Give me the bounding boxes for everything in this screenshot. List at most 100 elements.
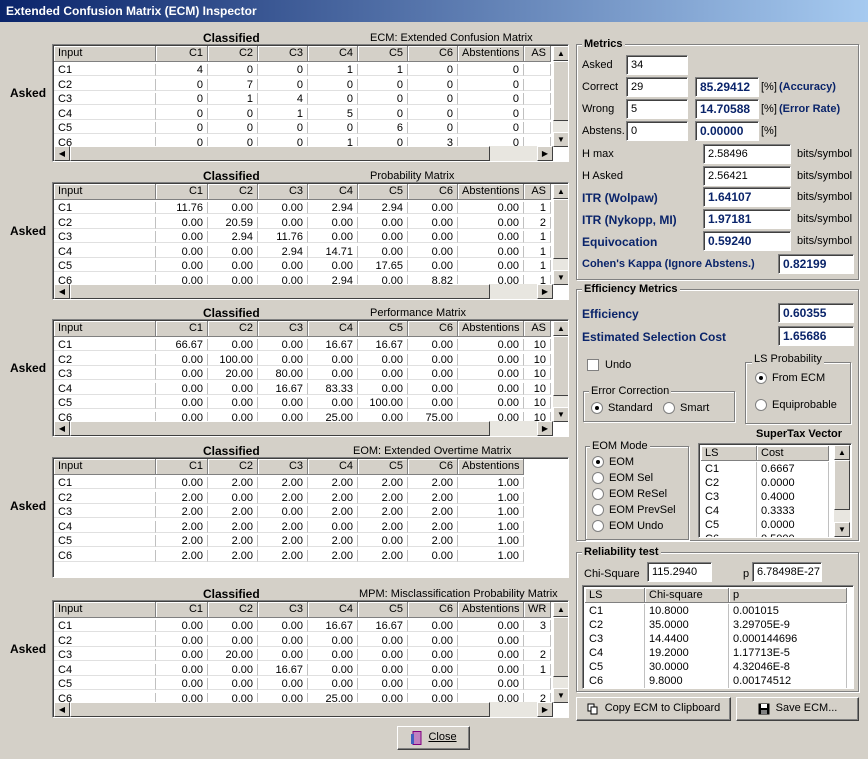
scroll-down-icon[interactable]: ▼ bbox=[553, 688, 568, 703]
column-header[interactable]: p bbox=[729, 588, 847, 603]
column-header[interactable]: C3 bbox=[258, 321, 308, 337]
column-header[interactable]: Abstentions bbox=[458, 459, 524, 475]
standard-radio[interactable]: Standard bbox=[591, 402, 653, 415]
scroll-right-icon[interactable]: ▶ bbox=[537, 421, 553, 436]
asked-field[interactable]: 34 bbox=[626, 55, 688, 75]
table-row[interactable]: C3 0.00 20.00 0.00 0.00 0.00 0.00 0.00 2 bbox=[54, 649, 551, 661]
scroll-down-icon[interactable]: ▼ bbox=[553, 407, 568, 422]
list-item[interactable]: C1 10.8000 0.001015 bbox=[585, 604, 847, 618]
scroll-thumb[interactable] bbox=[553, 617, 568, 677]
eom-mode-radio[interactable]: EOM PrevSel bbox=[592, 504, 676, 517]
column-header[interactable]: C4 bbox=[308, 321, 358, 337]
scroll-left-icon[interactable]: ◀ bbox=[54, 421, 70, 436]
table-row[interactable]: C2 2.00 0.00 2.00 2.00 2.00 2.00 1.00 bbox=[54, 491, 524, 504]
table-row[interactable]: C2 0.00 0.00 0.00 0.00 0.00 0.00 0.00 bbox=[54, 634, 551, 647]
correct-field[interactable]: 29 bbox=[626, 77, 688, 97]
scroll-thumb[interactable] bbox=[70, 146, 490, 161]
table-row[interactable]: C4 2.00 2.00 2.00 0.00 2.00 2.00 1.00 bbox=[54, 520, 524, 533]
scroll-left-icon[interactable]: ◀ bbox=[54, 146, 70, 161]
column-header[interactable]: C1 bbox=[156, 184, 208, 200]
horizontal-scrollbar[interactable]: ◀ ▶ bbox=[54, 421, 553, 436]
column-header[interactable]: C6 bbox=[408, 459, 458, 475]
table-row[interactable]: C3 0 1 4 0 0 0 0 bbox=[54, 93, 551, 105]
column-header[interactable]: C4 bbox=[308, 459, 358, 475]
eom-mode-radio[interactable]: EOM Undo bbox=[592, 520, 663, 533]
column-header[interactable]: C6 bbox=[408, 602, 458, 618]
reliability-list[interactable]: LS Chi-square p C1 10.8000 0.001015 C2 35.0000 3… bbox=[582, 585, 854, 689]
column-header[interactable]: Abstentions bbox=[458, 321, 524, 337]
column-header[interactable]: Cost bbox=[757, 446, 829, 461]
table-row[interactable]: C5 2.00 2.00 2.00 2.00 0.00 2.00 1.00 bbox=[54, 535, 524, 547]
scroll-down-icon[interactable]: ▼ bbox=[834, 522, 850, 537]
undo-checkbox[interactable]: Undo bbox=[587, 359, 631, 372]
column-header[interactable]: C1 bbox=[156, 459, 208, 475]
column-header[interactable]: Abstentions bbox=[458, 184, 524, 200]
column-header[interactable]: C2 bbox=[208, 602, 258, 618]
column-header[interactable]: Input bbox=[54, 459, 156, 475]
column-header[interactable]: Input bbox=[54, 321, 156, 337]
scroll-thumb[interactable] bbox=[553, 199, 568, 259]
save-ecm-button[interactable]: Save ECM... bbox=[736, 697, 859, 721]
smart-radio[interactable]: Smart bbox=[663, 402, 709, 415]
column-header[interactable]: C1 bbox=[156, 46, 208, 62]
list-item[interactable]: C6 9.8000 0.00174512 bbox=[585, 674, 847, 688]
equiprobable-radio[interactable]: Equiprobable bbox=[755, 399, 837, 412]
matrix-grid[interactable]: Input C1 C2 C3 C4 C5 C6 Abstentions AS C1 11.76 0.0… bbox=[52, 182, 569, 300]
table-row[interactable]: C5 0.00 0.00 0.00 0.00 100.00 0.00 0.00 10 bbox=[54, 397, 551, 409]
horizontal-scrollbar[interactable]: ◀ ▶ bbox=[54, 146, 553, 161]
scroll-up-icon[interactable]: ▲ bbox=[834, 445, 850, 460]
abstens-field[interactable]: 0 bbox=[626, 121, 688, 141]
matrix-grid[interactable]: Input C1 C2 C3 C4 C5 C6 Abstentions AS C1 4 0 0 1 1 0 0 C… bbox=[52, 44, 569, 162]
matrix-grid[interactable]: Input C1 C2 C3 C4 C5 C6 Abstentions C1 0.00 2.00 2.… bbox=[52, 457, 569, 578]
copy-ecm-button[interactable]: Copy ECM to Clipboard bbox=[576, 697, 731, 721]
list-item[interactable]: C2 35.0000 3.29705E-9 bbox=[585, 618, 847, 632]
column-header[interactable]: C5 bbox=[358, 184, 408, 200]
column-header[interactable]: LS bbox=[701, 446, 757, 461]
from-ecm-radio[interactable]: From ECM bbox=[755, 372, 825, 385]
matrix-grid[interactable]: Input C1 C2 C3 C4 C5 C6 Abstentions WR C1 0.00 0.00… bbox=[52, 600, 569, 718]
scroll-thumb[interactable] bbox=[834, 460, 850, 510]
list-item[interactable]: C2 0.0000 bbox=[701, 476, 829, 490]
scroll-left-icon[interactable]: ◀ bbox=[54, 702, 70, 717]
table-row[interactable]: C3 0.00 2.94 11.76 0.00 0.00 0.00 0.00 1 bbox=[54, 231, 551, 243]
column-header[interactable]: C5 bbox=[358, 459, 408, 475]
list-item[interactable]: C4 19.2000 1.17713E-5 bbox=[585, 646, 847, 660]
column-header[interactable]: AS bbox=[524, 184, 551, 200]
column-header[interactable]: Chi-square bbox=[645, 588, 729, 603]
column-header[interactable]: C4 bbox=[308, 602, 358, 618]
column-header[interactable]: C3 bbox=[258, 184, 308, 200]
table-row[interactable]: C5 0.00 0.00 0.00 0.00 0.00 0.00 0.00 bbox=[54, 678, 551, 690]
list-item[interactable]: C5 30.0000 4.32046E-8 bbox=[585, 660, 847, 674]
scroll-thumb[interactable] bbox=[553, 61, 568, 121]
column-header[interactable]: C5 bbox=[358, 321, 408, 337]
scroll-left-icon[interactable]: ◀ bbox=[54, 284, 70, 299]
matrix-grid[interactable]: Input C1 C2 C3 C4 C5 C6 Abstentions AS C1 66.67 0.0… bbox=[52, 319, 569, 437]
scroll-down-icon[interactable]: ▼ bbox=[553, 132, 568, 147]
vertical-scrollbar[interactable]: ▲ ▼ bbox=[553, 46, 568, 147]
scroll-down-icon[interactable]: ▼ bbox=[553, 270, 568, 285]
table-row[interactable]: C4 0.00 0.00 16.67 0.00 0.00 0.00 0.00 1 bbox=[54, 663, 551, 676]
wrong-field[interactable]: 5 bbox=[626, 99, 688, 119]
column-header[interactable]: Abstentions bbox=[458, 602, 524, 618]
list-item[interactable]: C60.5000 bbox=[701, 532, 829, 537]
eom-mode-radio[interactable]: EOM Sel bbox=[592, 472, 653, 485]
table-row[interactable]: C2 0.00 100.00 0.00 0.00 0.00 0.00 0.00 10 bbox=[54, 353, 551, 366]
table-row[interactable]: C2 0.00 20.59 0.00 0.00 0.00 0.00 0.00 2 bbox=[54, 216, 551, 229]
list-item[interactable]: C5 0.0000 bbox=[701, 518, 829, 532]
table-row[interactable]: C4 0 0 1 5 0 0 0 bbox=[54, 107, 551, 120]
table-row[interactable]: C6 2.00 2.00 2.00 2.00 2.00 0.00 1.00 bbox=[54, 549, 524, 562]
column-header[interactable]: C2 bbox=[208, 46, 258, 62]
scroll-right-icon[interactable]: ▶ bbox=[537, 146, 553, 161]
list-item[interactable]: C1 0.6667 bbox=[701, 462, 829, 476]
column-header[interactable]: C2 bbox=[208, 321, 258, 337]
vertical-scrollbar[interactable]: ▲ ▼ bbox=[553, 321, 568, 422]
scroll-thumb[interactable] bbox=[553, 336, 568, 396]
table-row[interactable]: C3 0.00 20.00 80.00 0.00 0.00 0.00 0.00 10 bbox=[54, 368, 551, 380]
table-row[interactable]: C4 0.00 0.00 16.67 83.33 0.00 0.00 0.00 10 bbox=[54, 382, 551, 395]
table-row[interactable]: C2 0 7 0 0 0 0 0 bbox=[54, 78, 551, 91]
column-header[interactable]: C6 bbox=[408, 46, 458, 62]
table-row[interactable]: C5 0 0 0 0 6 0 0 bbox=[54, 122, 551, 134]
vertical-scrollbar[interactable]: ▲ ▼ bbox=[553, 184, 568, 285]
column-header[interactable]: Abstentions bbox=[458, 46, 524, 62]
table-row[interactable]: C3 2.00 2.00 0.00 2.00 2.00 2.00 1.00 bbox=[54, 506, 524, 518]
